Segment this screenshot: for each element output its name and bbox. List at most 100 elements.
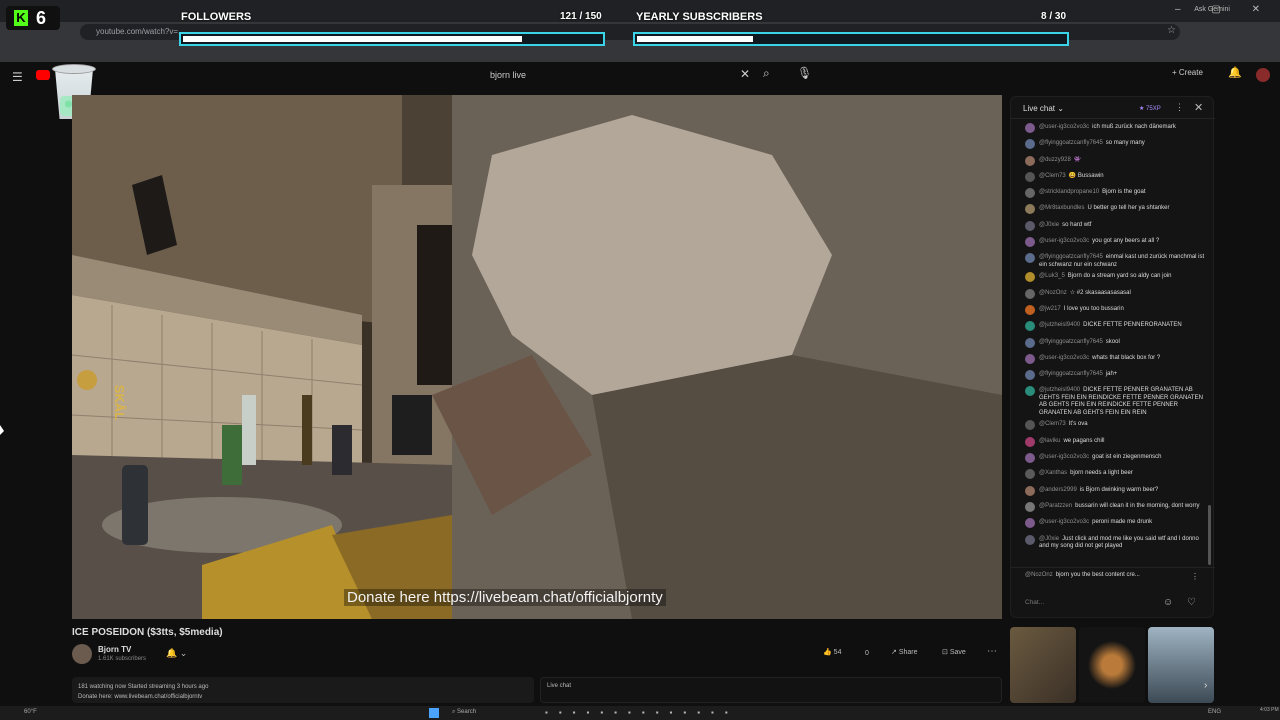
description-box[interactable]: 181 watching now Started streaming 3 hou…: [72, 677, 534, 703]
chat-author[interactable]: @user-ig3co2vo3c: [1039, 124, 1089, 130]
chat-author[interactable]: @jw217: [1039, 306, 1061, 312]
chat-avatar[interactable]: [1025, 518, 1035, 529]
chat-message[interactable]: @user-ig3co2vo3c whats that black box for…: [1011, 352, 1209, 368]
chat-author[interactable]: @anders2999: [1039, 487, 1077, 493]
chat-message[interactable]: @stricklandpropane10 Bjorn is the goat: [1011, 186, 1209, 202]
taskbar-clock[interactable]: 4:03 PM: [1260, 708, 1279, 713]
chat-message[interactable]: @flyinggoatzcanfly7645 skool: [1011, 336, 1209, 352]
chat-author[interactable]: @flyinggoatzcanfly7645: [1039, 339, 1103, 345]
chat-author[interactable]: @NozOnz: [1039, 290, 1067, 296]
chat-message[interactable]: @user-ig3co2vo3c ich muß zurück nach däne…: [1011, 121, 1209, 137]
weather-widget[interactable]: 60°F: [24, 709, 37, 715]
chat-message[interactable]: @flyinggoatzcanfly7645 einmal kast und zu…: [1011, 251, 1209, 270]
chat-avatar[interactable]: [1025, 304, 1035, 315]
chat-message-list[interactable]: @user-ig3co2vo3c ich muß zurück nach däne…: [1011, 121, 1209, 565]
chat-avatar[interactable]: [1025, 139, 1035, 150]
chat-close-icon[interactable]: ✕: [1194, 101, 1203, 114]
chat-more-icon[interactable]: ⋮: [1175, 102, 1184, 113]
menu-icon[interactable]: ☰: [12, 70, 23, 84]
chat-input[interactable]: Chat...: [1021, 595, 1161, 611]
chat-avatar[interactable]: [1025, 534, 1035, 545]
avatar[interactable]: [1256, 68, 1270, 82]
chat-author[interactable]: @flyinggoatzcanfly7645: [1039, 371, 1103, 377]
chat-message[interactable]: @Paratzzen bussarin will clean it in the …: [1011, 500, 1209, 516]
bookmark-star-icon[interactable]: ☆: [1167, 25, 1176, 36]
chat-author[interactable]: @Paratzzen: [1039, 503, 1072, 509]
chat-author[interactable]: @laviku: [1039, 438, 1060, 444]
start-button[interactable]: [429, 708, 439, 718]
chat-message[interactable]: @user-ig3co2vo3c peroni made me drunk: [1011, 516, 1209, 532]
chat-author[interactable]: @jutzheisl9400: [1039, 387, 1080, 393]
live-chat-collapsed-panel[interactable]: Live chat: [540, 677, 1002, 703]
chat-message[interactable]: @user-ig3co2vo3c you got any beers at all…: [1011, 235, 1209, 251]
chat-message[interactable]: @jw217 I love you too bussarin: [1011, 303, 1209, 319]
chat-avatar[interactable]: [1025, 171, 1035, 182]
chat-message[interactable]: @Clem73 It's ova: [1011, 418, 1209, 434]
chat-avatar[interactable]: [1025, 386, 1035, 397]
search-input[interactable]: bjorn live: [480, 65, 760, 85]
chat-avatar[interactable]: [1025, 436, 1035, 447]
chat-message[interactable]: @Luk3_5 Bjorn do a stream yard so aldy ca…: [1011, 270, 1209, 286]
chat-avatar[interactable]: [1025, 204, 1035, 215]
chat-author[interactable]: @flyinggoatzcanfly7645: [1039, 140, 1103, 146]
chat-avatar[interactable]: [1025, 353, 1035, 364]
chat-avatar[interactable]: [1025, 485, 1035, 496]
chat-author[interactable]: @J0xie: [1039, 536, 1059, 542]
chat-author[interactable]: @jutzheisl9400: [1039, 322, 1080, 328]
taskbar-search[interactable]: ⌕ Search: [452, 709, 532, 716]
chat-avatar[interactable]: [1025, 370, 1035, 381]
create-button[interactable]: + Create: [1172, 68, 1203, 77]
chat-avatar[interactable]: [1025, 220, 1035, 231]
chat-message[interactable]: @anders2999 is Bjorn dwinking warm beer?: [1011, 484, 1209, 500]
chat-author[interactable]: @Luk3_5: [1039, 273, 1065, 279]
chat-avatar[interactable]: [1025, 469, 1035, 480]
recommended-video-thumbnail[interactable]: [1148, 627, 1214, 703]
chat-avatar[interactable]: [1025, 188, 1035, 199]
chat-author[interactable]: @Clem73: [1039, 421, 1066, 427]
chat-message[interactable]: @flyinggoatzcanfly7645 jah+: [1011, 368, 1209, 384]
emoji-icon[interactable]: ☺: [1163, 597, 1173, 608]
pinned-more-icon[interactable]: ⋮: [1191, 572, 1199, 581]
share-button[interactable]: ↗ Share: [891, 648, 918, 656]
chat-avatar[interactable]: [1025, 237, 1035, 248]
chat-message[interactable]: @J0xie so hard wtf: [1011, 219, 1209, 235]
chat-author[interactable]: @user-ig3co2vo3c: [1039, 238, 1089, 244]
recommended-video-thumbnail[interactable]: [1079, 627, 1145, 703]
chat-message[interactable]: @NozOnz ☆ #2 skasaasasasasal: [1011, 287, 1209, 303]
chevron-right-icon[interactable]: ›: [1204, 680, 1207, 691]
chat-avatar[interactable]: [1025, 321, 1035, 332]
chat-message[interactable]: @jutzheisl9400 DICKE FETTE PENNER GRANATE…: [1011, 384, 1209, 418]
chat-message[interactable]: @Xanthas bjorn needs a light beer: [1011, 467, 1209, 483]
close-icon[interactable]: ✕: [740, 67, 750, 81]
chat-message[interactable]: @flyinggoatzcanfly7645 so many many: [1011, 137, 1209, 153]
search-icon[interactable]: ⌕: [763, 66, 770, 81]
chat-avatar[interactable]: [1025, 453, 1035, 464]
video-player[interactable]: SKÅL Donate here https://livebeam.chat/o…: [72, 95, 1002, 619]
like-button[interactable]: 👍 54: [823, 648, 841, 656]
chat-message[interactable]: @Mr8taxbundles U better go tell her ya sh…: [1011, 202, 1209, 218]
chat-author[interactable]: @J0xie: [1039, 222, 1059, 228]
dislike-count[interactable]: 0: [865, 650, 869, 657]
chat-avatar[interactable]: [1025, 253, 1035, 264]
live-chat-mode-dropdown[interactable]: Live chat ⌄: [1023, 104, 1064, 113]
chat-author[interactable]: @Mr8taxbundles: [1039, 205, 1084, 211]
chat-avatar[interactable]: [1025, 420, 1035, 431]
chat-avatar[interactable]: [1025, 501, 1035, 512]
bookmarks-bar[interactable]: [0, 44, 1280, 58]
chat-author[interactable]: @user-ig3co2vo3c: [1039, 519, 1089, 525]
window-controls[interactable]: – ▢ ✕: [1175, 4, 1274, 15]
chat-avatar[interactable]: [1025, 272, 1035, 283]
chat-message[interactable]: @user-ig3co2vo3c goat ist ein ziegenmensc…: [1011, 451, 1209, 467]
chat-message[interactable]: @J0xie Just click and mod me like you sai…: [1011, 533, 1209, 552]
chat-message[interactable]: @laviku we pagans chill: [1011, 435, 1209, 451]
notification-bell-icon[interactable]: 🔔 ⌄: [166, 648, 187, 659]
youtube-logo-icon[interactable]: [36, 70, 50, 80]
chat-author[interactable]: @stricklandpropane10: [1039, 189, 1099, 195]
mic-icon[interactable]: 🎙: [797, 66, 812, 80]
chat-scrollbar[interactable]: [1208, 125, 1211, 565]
chat-avatar[interactable]: [1025, 155, 1035, 166]
chat-avatar[interactable]: [1025, 337, 1035, 348]
chat-avatar[interactable]: [1025, 288, 1035, 299]
bell-icon[interactable]: 🔔: [1228, 66, 1242, 79]
chat-author[interactable]: @user-ig3co2vo3c: [1039, 454, 1089, 460]
